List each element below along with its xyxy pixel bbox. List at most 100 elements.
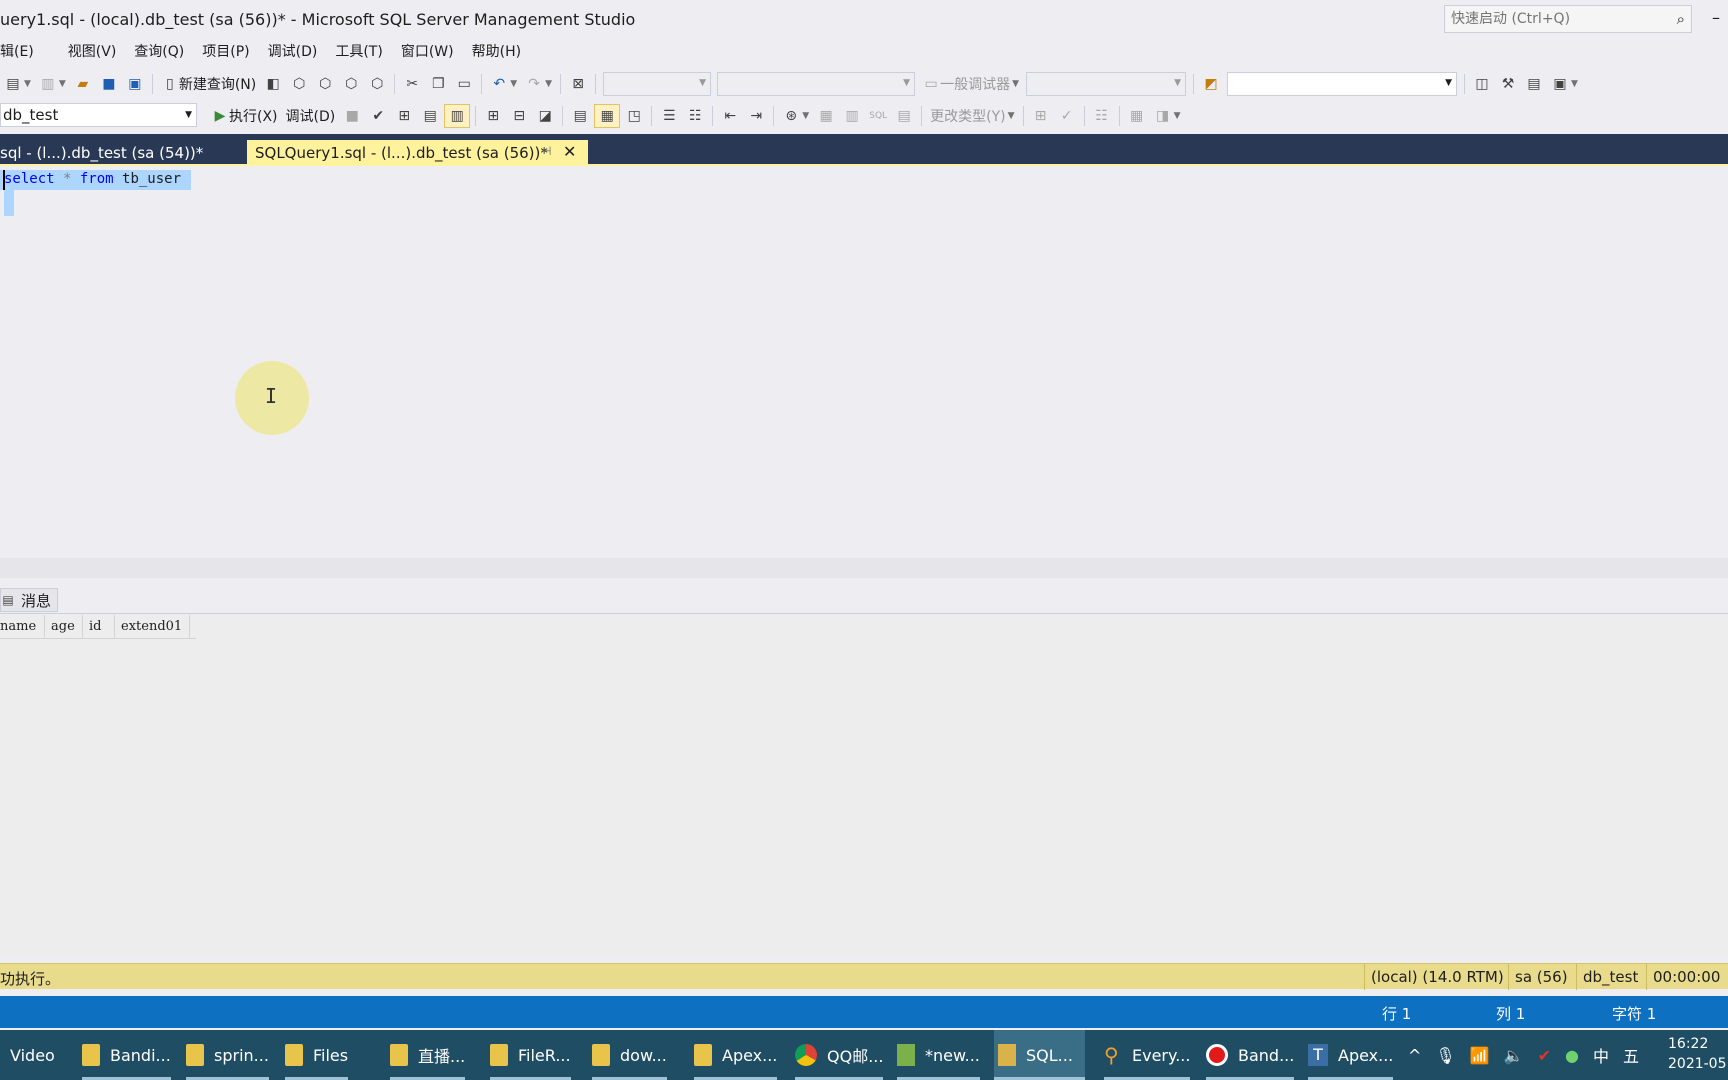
menu-edit[interactable]: 辑(E) [0, 38, 43, 64]
platform-combo[interactable]: ▼ [717, 72, 916, 96]
minimize-button[interactable]: – [1712, 8, 1720, 27]
toolbox-button[interactable]: ▤ [1522, 72, 1546, 96]
ime-mode-indicator[interactable]: 五 [1623, 1043, 1639, 1067]
object-explorer-button[interactable]: ◫ [1470, 72, 1494, 96]
include-plan-button[interactable]: ⊞ [481, 104, 505, 128]
redo-button[interactable]: ↷ ▼ [522, 72, 555, 96]
live-stats-button[interactable]: ⊟ [507, 104, 531, 128]
column-header-name[interactable]: name [0, 615, 45, 638]
undo-button[interactable]: ↶ ▼ [487, 72, 520, 96]
open-file-button[interactable]: ▰ [71, 72, 95, 96]
new-project-button[interactable]: ▤ ▼ [1, 72, 34, 96]
xmla-query-button[interactable]: ⬡ [339, 72, 363, 96]
save-all-button[interactable]: ▣ [123, 72, 147, 96]
specify-template-values-button[interactable]: ⊛ ▼ [779, 104, 812, 128]
query-editor[interactable]: select * from tb_user I [0, 166, 1728, 558]
taskbar-item-bandicam[interactable]: Band... [1206, 1030, 1295, 1080]
taskbar-item-apex-app[interactable]: T Apex... [1308, 1030, 1394, 1080]
solution-config-combo[interactable]: ▼ [603, 72, 712, 96]
taskbar-item-apex-folder[interactable]: Apex... [694, 1030, 778, 1080]
decrease-indent-button[interactable]: ⇤ [718, 104, 742, 128]
taskbar-item-notepad[interactable]: *new... [897, 1030, 980, 1080]
antivirus-icon[interactable]: ✔ [1538, 1046, 1551, 1065]
add-item-button[interactable]: ▥ ▼ [36, 72, 69, 96]
dax-query-button[interactable]: ⬡ [365, 72, 389, 96]
taskbar-item-video[interactable]: Video [10, 1030, 55, 1080]
execute-button[interactable]: ▶ 执行(X) [208, 104, 281, 128]
taskbar-item-chrome-qqmail[interactable]: QQ邮... [795, 1030, 884, 1080]
taskbar-item-spring-folder[interactable]: sprin... [186, 1030, 269, 1080]
menu-query[interactable]: 查询(Q) [125, 38, 193, 64]
quick-launch-input[interactable] [1445, 6, 1665, 32]
database-selector[interactable]: db_test ▼ [0, 103, 197, 127]
parse-button[interactable]: ✔ [366, 104, 390, 128]
taskbar-item-download-folder[interactable]: dow... [592, 1030, 667, 1080]
add-new-derived-button[interactable]: ◨ ▼ [1151, 104, 1184, 128]
find-in-files-button[interactable]: ◩ [1199, 72, 1223, 96]
microphone-icon[interactable]: 🎙 [1435, 1046, 1455, 1065]
design-criteria-button[interactable]: ▥ [840, 104, 864, 128]
wechat-icon[interactable]: ● [1565, 1046, 1579, 1065]
add-derived-table-button[interactable]: ▦ [1125, 104, 1149, 128]
results-to-grid-button[interactable]: ▦ [594, 104, 621, 128]
column-header-id[interactable]: id [83, 615, 115, 638]
uncomment-button[interactable]: ☷ [683, 104, 707, 128]
pane-splitter[interactable] [0, 558, 1728, 578]
add-table-button[interactable]: ⊞ [1029, 104, 1053, 128]
results-to-file-button[interactable]: ◳ [622, 104, 646, 128]
new-query-button[interactable]: ▯ 新建查询(N) [158, 72, 259, 96]
tab-messages[interactable]: ▤ 消息 [0, 588, 59, 612]
group-by-button[interactable]: ☷ [1090, 104, 1114, 128]
tab-sqlquery1[interactable]: SQLQuery1.sql - (l...).db_test (sa (56))… [247, 140, 588, 166]
quick-launch-box[interactable]: ⌕ [1444, 5, 1692, 33]
query-designer-button[interactable]: ▤ [418, 104, 442, 128]
menu-view[interactable]: 视图(V) [43, 38, 126, 64]
design-grid-button[interactable]: ▦ [814, 104, 838, 128]
cut-button[interactable]: ✂ [400, 72, 424, 96]
code-line[interactable]: select * from tb_user [0, 170, 192, 190]
window-layout-button[interactable]: ▣ ▼ [1548, 72, 1581, 96]
ime-language-indicator[interactable]: 中 [1593, 1043, 1609, 1067]
pin-icon[interactable]: ⊣ [541, 144, 551, 158]
tab-query-54[interactable]: sql - (l...).db_test (sa (54))* [0, 140, 246, 166]
taskbar-item-ssms[interactable]: SQL... [994, 1030, 1085, 1080]
copy-button[interactable]: ❐ [426, 72, 450, 96]
volume-icon[interactable]: 🔈 [1504, 1046, 1524, 1065]
find-combo[interactable]: ▼ [1227, 72, 1458, 96]
taskbar-item-bandicam-folder[interactable]: Bandi... [82, 1030, 171, 1080]
client-stats-button[interactable]: ◪ [533, 104, 557, 128]
menu-tools[interactable]: 工具(T) [326, 38, 391, 64]
paste-button[interactable]: ▭ [452, 72, 476, 96]
display-plan-button[interactable]: ⊞ [392, 104, 416, 128]
column-header-age[interactable]: age [45, 615, 83, 638]
dmx-query-button[interactable]: ⬡ [313, 72, 337, 96]
save-button[interactable]: ■ [97, 72, 121, 96]
menu-project[interactable]: 项目(P) [193, 38, 258, 64]
menu-debug[interactable]: 调试(D) [259, 38, 327, 64]
taskbar-item-everything[interactable]: ⚲ Every... [1104, 1030, 1191, 1080]
design-sql-button[interactable]: SQL [866, 104, 890, 128]
taskbar-item-filer-folder[interactable]: FileR... [490, 1030, 571, 1080]
taskbar-item-live-folder[interactable]: 直播... [390, 1030, 466, 1080]
db-engine-query-button[interactable]: ◧ [261, 72, 285, 96]
results-to-text-button[interactable]: ▤ [568, 104, 592, 128]
mdx-query-button[interactable]: ⬡ [287, 72, 311, 96]
wifi-icon[interactable]: 📶 [1470, 1046, 1490, 1065]
menu-window[interactable]: 窗口(W) [392, 38, 463, 64]
column-header-extend01[interactable]: extend01 [115, 615, 190, 638]
design-results-button[interactable]: ▤ [892, 104, 916, 128]
intellisense-button[interactable]: ▥ [444, 104, 471, 128]
taskbar-clock[interactable]: 16:22 2021-05 [1668, 1034, 1728, 1074]
menu-help[interactable]: 帮助(H) [463, 38, 530, 64]
stop-button[interactable]: ■ [340, 104, 364, 128]
show-hidden-icons-icon[interactable]: ^ [1408, 1046, 1421, 1065]
change-type-button[interactable]: 更改类型(Y) ▼ [927, 104, 1017, 128]
search-icon[interactable]: ⌕ [1677, 10, 1685, 28]
increase-indent-button[interactable]: ⇥ [744, 104, 768, 128]
activity-monitor-button[interactable]: ⊠ [566, 72, 590, 96]
debug-target-combo[interactable]: ▼ [1026, 72, 1187, 96]
debugger-button[interactable]: ▭ 一般调试器 ▼ [919, 72, 1022, 96]
properties-button[interactable]: ⚒ [1496, 72, 1520, 96]
results-grid[interactable]: name age id extend01 [0, 615, 1728, 955]
debug-button[interactable]: 调试(D) [283, 104, 339, 128]
